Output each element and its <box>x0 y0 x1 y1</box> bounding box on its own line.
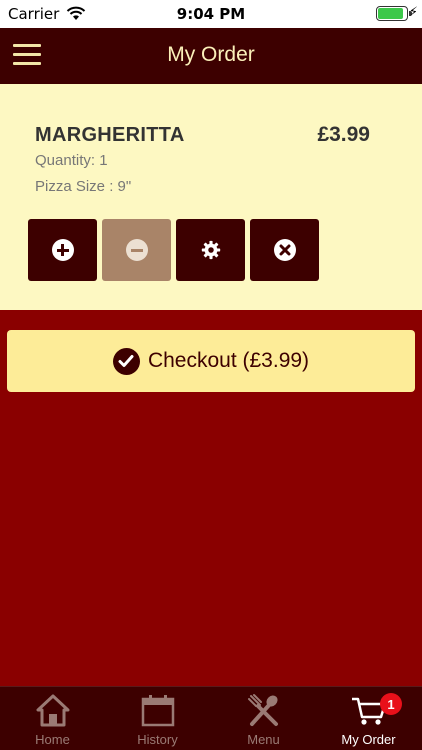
customize-item-button[interactable] <box>176 219 245 281</box>
cart-count-badge: 1 <box>380 693 402 715</box>
home-icon <box>36 694 69 727</box>
remove-item-button[interactable] <box>250 219 319 281</box>
tab-history[interactable]: History <box>105 687 210 750</box>
gear-icon <box>201 240 220 260</box>
tab-menu[interactable]: Menu <box>211 687 316 750</box>
page-title: My Order <box>167 43 255 66</box>
utensils-icon <box>247 694 278 726</box>
check-circle-icon <box>112 347 140 375</box>
item-quantity: Quantity: 1 <box>35 152 108 169</box>
item-price: £3.99 <box>317 123 370 146</box>
nav-bar: My Order <box>0 28 422 84</box>
status-bar: Carrier 9:04 PM ⚡ <box>0 0 422 28</box>
tab-home-label: Home <box>35 732 70 747</box>
battery-icon <box>376 6 412 21</box>
charging-icon: ⚡ <box>408 5 418 20</box>
increase-quantity-button[interactable] <box>28 219 97 281</box>
status-time: 9:04 PM <box>176 5 246 23</box>
tab-my-order-label: My Order <box>341 732 396 747</box>
calendar-icon <box>141 695 174 727</box>
decrease-quantity-button[interactable] <box>102 219 171 281</box>
tab-history-label: History <box>137 732 178 747</box>
item-name: MARGHERITTA <box>35 124 185 146</box>
item-size: Pizza Size : 9" <box>35 178 132 195</box>
minus-circle-icon <box>125 239 148 261</box>
close-circle-icon <box>273 239 296 261</box>
tab-my-order[interactable]: 1 My Order <box>316 687 421 750</box>
plus-circle-icon <box>51 239 74 261</box>
tab-home[interactable]: Home <box>0 687 105 750</box>
tab-bar: Home History Menu 1 My Order <box>0 686 422 750</box>
checkout-button[interactable]: Checkout (£3.99) <box>7 330 415 392</box>
tab-menu-label: Menu <box>247 732 280 747</box>
checkout-label: Checkout (£3.99) <box>147 349 310 372</box>
order-item: MARGHERITTA £3.99 Quantity: 1 Pizza Size… <box>0 84 422 310</box>
